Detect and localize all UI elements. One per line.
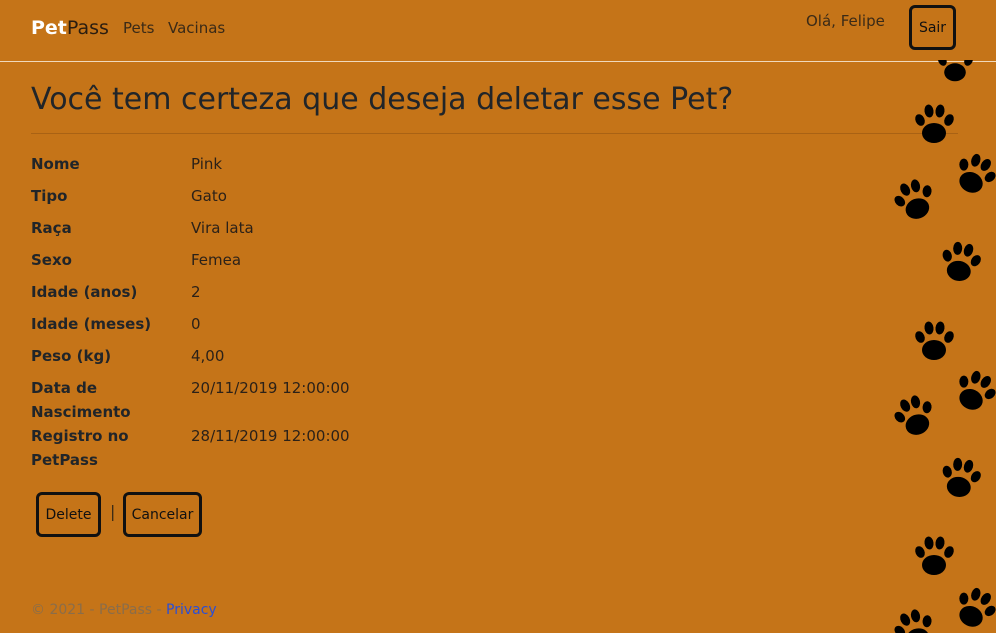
detail-row-sexo: Sexo Femea bbox=[31, 248, 631, 272]
paw-print-icon bbox=[948, 581, 996, 633]
detail-label-line: PetPass bbox=[31, 451, 98, 469]
detail-row-nascimento: Data de Nascimento 20/11/2019 12:00:00 bbox=[31, 376, 631, 424]
delete-button[interactable]: Delete bbox=[36, 492, 101, 537]
detail-label-line: Nascimento bbox=[31, 403, 131, 421]
detail-row-idade-meses: Idade (meses) 0 bbox=[31, 312, 631, 336]
detail-value: 28/11/2019 12:00:00 bbox=[191, 427, 350, 445]
paw-print-icon bbox=[936, 454, 986, 501]
detail-row-tipo: Tipo Gato bbox=[31, 184, 631, 208]
navbar: PetPass Pets Vacinas Olá, Felipe Sair bbox=[0, 0, 996, 62]
paw-print-icon bbox=[913, 320, 956, 360]
paw-print-icon bbox=[888, 389, 942, 442]
pet-details: Nome Pink Tipo Gato Raça Vira lata Sexo … bbox=[31, 152, 631, 472]
user-greeting: Olá, Felipe bbox=[806, 12, 885, 30]
page-title: Você tem certeza que deseja deletar esse… bbox=[31, 82, 734, 117]
title-divider bbox=[31, 133, 958, 134]
footer-text: © 2021 - PetPass - bbox=[31, 602, 167, 618]
paw-print-icon bbox=[913, 535, 956, 575]
paw-decoration bbox=[870, 60, 996, 633]
paw-print-icon bbox=[888, 603, 942, 633]
paw-print-icon bbox=[948, 364, 996, 418]
detail-value: 2 bbox=[191, 283, 201, 301]
brand-bold: Pet bbox=[31, 17, 67, 39]
detail-label: Raça bbox=[31, 219, 72, 237]
detail-label: Data de Nascimento bbox=[31, 376, 191, 424]
privacy-link[interactable]: Privacy bbox=[166, 602, 217, 618]
detail-value: Pink bbox=[191, 155, 223, 173]
paw-print-icon bbox=[948, 147, 996, 201]
detail-label-line: Registro no bbox=[31, 427, 129, 445]
detail-value: 4,00 bbox=[191, 347, 225, 365]
detail-value: Femea bbox=[191, 251, 242, 269]
detail-label: Tipo bbox=[31, 187, 68, 205]
detail-value: Gato bbox=[191, 187, 227, 205]
detail-row-idade-anos: Idade (anos) 2 bbox=[31, 280, 631, 304]
paw-print-icon bbox=[936, 238, 986, 285]
detail-label: Peso (kg) bbox=[31, 347, 112, 365]
detail-label: Idade (anos) bbox=[31, 283, 138, 301]
paw-print-icon bbox=[888, 173, 942, 226]
detail-value: 20/11/2019 12:00:00 bbox=[191, 379, 350, 397]
detail-label: Idade (meses) bbox=[31, 315, 152, 333]
nav-link-vacinas[interactable]: Vacinas bbox=[168, 18, 225, 38]
nav-link-pets[interactable]: Pets bbox=[123, 18, 154, 38]
detail-label: Registro no PetPass bbox=[31, 424, 191, 472]
detail-row-raca: Raça Vira lata bbox=[31, 216, 631, 240]
detail-label: Sexo bbox=[31, 251, 72, 269]
cancel-button[interactable]: Cancelar bbox=[123, 492, 202, 537]
paw-print-icon bbox=[936, 60, 975, 82]
detail-value: Vira lata bbox=[191, 219, 254, 237]
detail-label-line: Data de bbox=[31, 379, 97, 397]
detail-row-peso: Peso (kg) 4,00 bbox=[31, 344, 631, 368]
detail-label: Nome bbox=[31, 155, 80, 173]
detail-row-nome: Nome Pink bbox=[31, 152, 631, 176]
paw-print-icon bbox=[913, 103, 956, 143]
footer: © 2021 - PetPass - Privacy bbox=[31, 600, 217, 620]
brand-logo[interactable]: PetPass bbox=[31, 16, 109, 40]
detail-value: 0 bbox=[191, 315, 201, 333]
detail-row-registro: Registro no PetPass 28/11/2019 12:00:00 bbox=[31, 424, 631, 472]
logout-button[interactable]: Sair bbox=[909, 5, 956, 50]
action-separator: | bbox=[110, 502, 116, 521]
brand-light: Pass bbox=[66, 17, 109, 39]
